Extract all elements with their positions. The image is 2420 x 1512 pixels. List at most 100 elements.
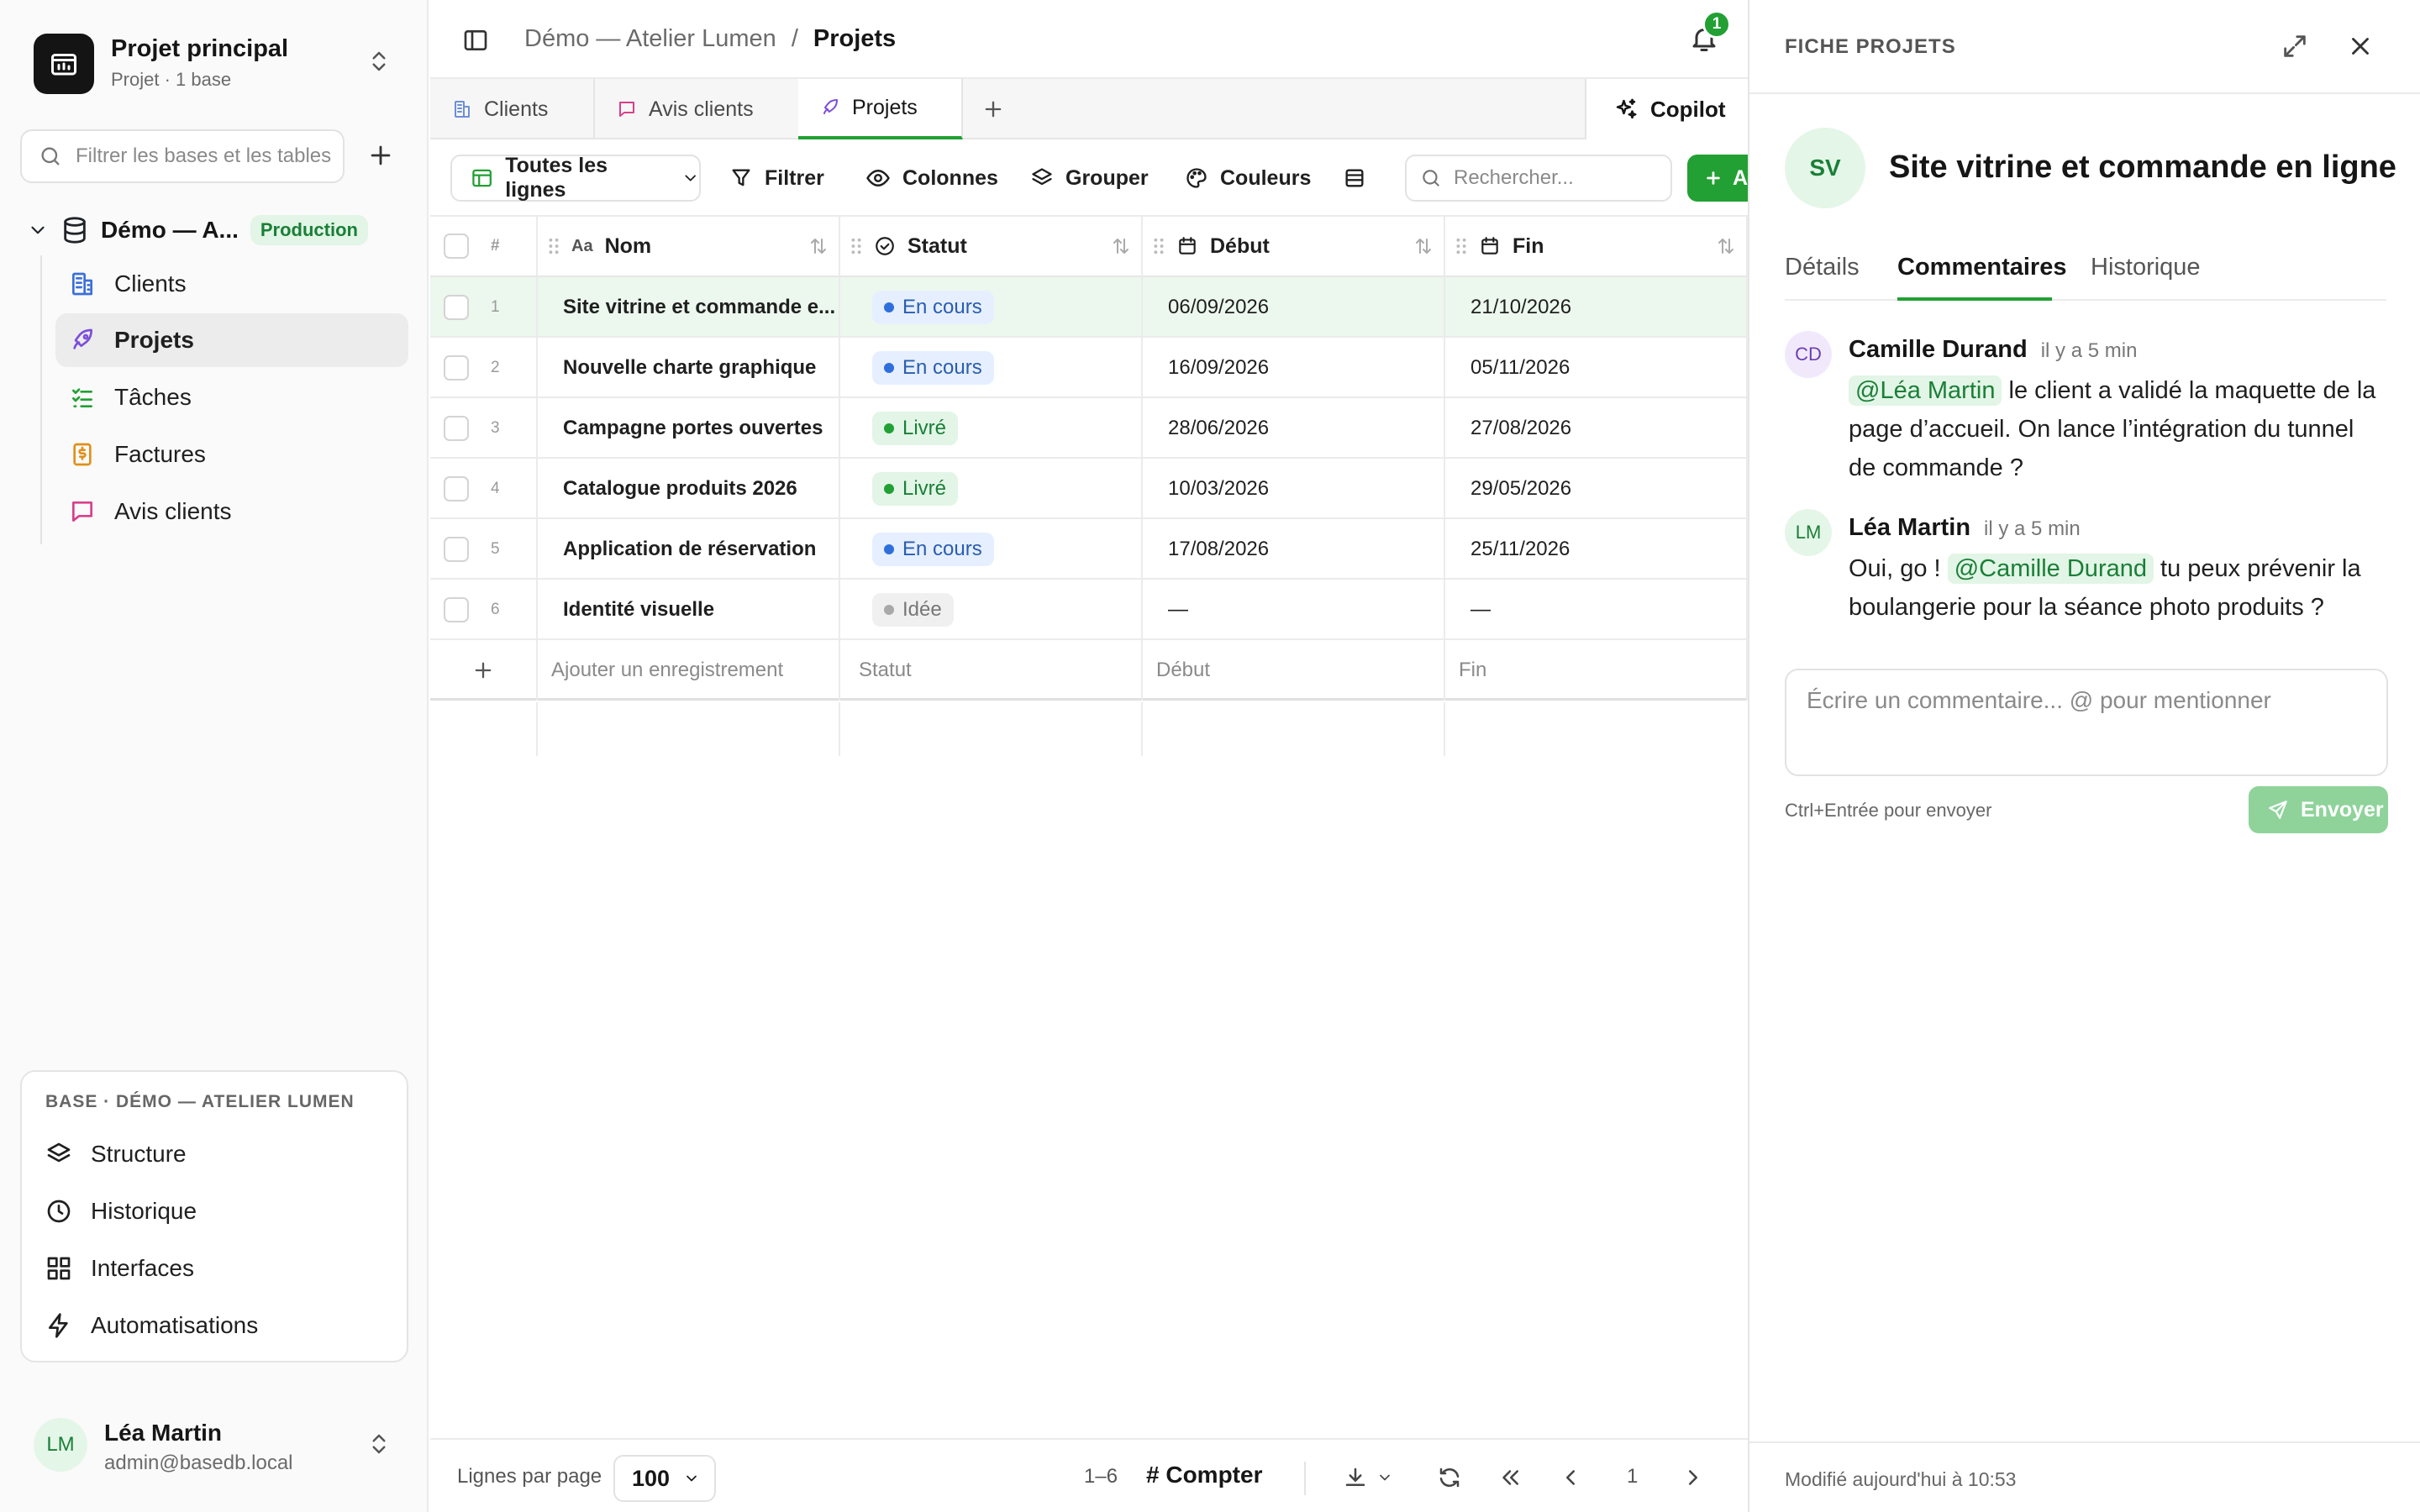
- sidebar-item-projets[interactable]: Projets: [55, 313, 408, 367]
- new-record-status[interactable]: Statut: [840, 640, 1143, 701]
- user-menu-icon[interactable]: [366, 1431, 392, 1457]
- database-row[interactable]: Démo — A... Production: [27, 212, 368, 249]
- cell-statut[interactable]: Livré: [840, 459, 1143, 519]
- table-row[interactable]: 2 Nouvelle charte graphique En cours 16/…: [430, 338, 1748, 398]
- table-search-input[interactable]: Rechercher...: [1405, 155, 1672, 202]
- new-record-start[interactable]: Début: [1143, 640, 1445, 701]
- select-all-checkbox[interactable]: [444, 234, 469, 259]
- row-checkbox[interactable]: [444, 355, 469, 381]
- tab-details[interactable]: Détails: [1785, 254, 1860, 281]
- table-row[interactable]: 5 Application de réservation En cours 17…: [430, 519, 1748, 580]
- expand-icon[interactable]: [2281, 32, 2309, 60]
- add-record-plus-icon[interactable]: [430, 640, 538, 701]
- tab-clients[interactable]: Clients: [430, 79, 595, 139]
- first-page-icon[interactable]: [1497, 1465, 1523, 1490]
- cell-nom[interactable]: Application de réservation: [538, 519, 840, 580]
- send-button[interactable]: Envoyer: [2249, 786, 2388, 833]
- row-checkbox[interactable]: [444, 416, 469, 441]
- add-record-button[interactable]: A: [1687, 155, 1748, 202]
- sidebar-item-clients[interactable]: Clients: [55, 257, 408, 311]
- drag-handle-icon[interactable]: [1455, 236, 1467, 256]
- project-switch-icon[interactable]: [366, 49, 392, 74]
- comment-input[interactable]: Écrire un commentaire... @ pour mentionn…: [1785, 669, 2388, 776]
- cell-debut[interactable]: 28/06/2026: [1143, 398, 1445, 459]
- mention-tag[interactable]: @Léa Martin: [1849, 375, 2002, 406]
- mention-tag[interactable]: @Camille Durand: [1947, 554, 2154, 584]
- cell-fin[interactable]: —: [1445, 580, 1748, 640]
- refresh-icon[interactable]: [1437, 1465, 1462, 1490]
- count-button[interactable]: # Compter: [1146, 1462, 1262, 1488]
- filter-button[interactable]: Filtrer: [729, 155, 824, 202]
- sidebar-search-input[interactable]: Filtrer les bases et les tables: [20, 129, 345, 183]
- new-record-end[interactable]: Fin: [1445, 640, 1748, 701]
- table-row[interactable]: 6 Identité visuelle Idée — —: [430, 580, 1748, 640]
- drag-handle-icon[interactable]: [850, 236, 862, 256]
- cell-nom[interactable]: Identité visuelle: [538, 580, 840, 640]
- column-header-debut[interactable]: Début: [1143, 217, 1445, 277]
- cell-debut[interactable]: 10/03/2026: [1143, 459, 1445, 519]
- cell-fin[interactable]: 05/11/2026: [1445, 338, 1748, 398]
- base-item-historique[interactable]: Historique: [45, 1186, 197, 1236]
- base-item-interfaces[interactable]: Interfaces: [45, 1243, 194, 1294]
- drag-handle-icon[interactable]: [548, 236, 560, 256]
- table-row[interactable]: 3 Campagne portes ouvertes Livré 28/06/2…: [430, 398, 1748, 459]
- group-button[interactable]: Grouper: [1030, 155, 1149, 202]
- base-item-structure[interactable]: Structure: [45, 1129, 187, 1179]
- sort-icon[interactable]: [808, 236, 829, 256]
- drag-handle-icon[interactable]: [1153, 236, 1165, 256]
- sidebar-item-factures[interactable]: Factures: [55, 428, 408, 481]
- cell-debut[interactable]: 16/09/2026: [1143, 338, 1445, 398]
- cell-statut[interactable]: Livré: [840, 398, 1143, 459]
- project-title[interactable]: Projet principal: [111, 35, 288, 63]
- sort-icon[interactable]: [1413, 236, 1434, 256]
- column-header-fin[interactable]: Fin: [1445, 217, 1748, 277]
- row-checkbox[interactable]: [444, 476, 469, 501]
- colors-button[interactable]: Couleurs: [1185, 155, 1311, 202]
- project-logo-icon[interactable]: [34, 34, 94, 94]
- copilot-button[interactable]: Copilot: [1585, 79, 1748, 139]
- column-header-nom[interactable]: Aa Nom: [538, 217, 840, 277]
- table-row[interactable]: 4 Catalogue produits 2026 Livré 10/03/20…: [430, 459, 1748, 519]
- cell-debut[interactable]: 06/09/2026: [1143, 277, 1445, 338]
- sort-icon[interactable]: [1716, 236, 1736, 256]
- close-icon[interactable]: [2346, 32, 2375, 60]
- rows-per-page-select[interactable]: 100: [613, 1455, 716, 1502]
- table-row[interactable]: 1 Site vitrine et commande e... En cours…: [430, 277, 1748, 338]
- cell-statut[interactable]: En cours: [840, 277, 1143, 338]
- row-checkbox[interactable]: [444, 597, 469, 622]
- sidebar-item-avis-clients[interactable]: Avis clients: [55, 485, 408, 538]
- row-checkbox[interactable]: [444, 537, 469, 562]
- cell-nom[interactable]: Site vitrine et commande e...: [538, 277, 840, 338]
- sidebar-toggle-icon[interactable]: [462, 27, 489, 54]
- cell-fin[interactable]: 21/10/2026: [1445, 277, 1748, 338]
- user-avatar[interactable]: LM: [34, 1418, 87, 1472]
- new-record-name[interactable]: Ajouter un enregistrement: [538, 640, 840, 701]
- cell-nom[interactable]: Catalogue produits 2026: [538, 459, 840, 519]
- columns-button[interactable]: Colonnes: [865, 155, 998, 202]
- breadcrumb-base[interactable]: Démo — Atelier Lumen: [524, 25, 776, 53]
- sort-icon[interactable]: [1111, 236, 1131, 256]
- base-item-automatisations[interactable]: Automatisations: [45, 1300, 258, 1351]
- cell-statut[interactable]: En cours: [840, 519, 1143, 580]
- view-selector-button[interactable]: Toutes les lignes: [450, 154, 701, 202]
- cell-statut[interactable]: Idée: [840, 580, 1143, 640]
- download-button[interactable]: [1343, 1465, 1393, 1490]
- cell-nom[interactable]: Campagne portes ouvertes: [538, 398, 840, 459]
- previous-page-icon[interactable]: [1558, 1465, 1583, 1490]
- tab-avis-clients[interactable]: Avis clients: [595, 79, 810, 139]
- chevron-down-icon[interactable]: [27, 219, 49, 241]
- row-checkbox[interactable]: [444, 295, 469, 320]
- add-record-row[interactable]: Ajouter un enregistrement Statut Début F…: [430, 640, 1748, 701]
- add-base-icon[interactable]: [366, 141, 395, 170]
- cell-fin[interactable]: 29/05/2026: [1445, 459, 1748, 519]
- tab-commentaires[interactable]: Commentaires: [1897, 254, 2066, 281]
- cell-debut[interactable]: —: [1143, 580, 1445, 640]
- cell-debut[interactable]: 17/08/2026: [1143, 519, 1445, 580]
- cell-nom[interactable]: Nouvelle charte graphique: [538, 338, 840, 398]
- add-tab-icon[interactable]: [981, 97, 1005, 121]
- cell-fin[interactable]: 27/08/2026: [1445, 398, 1748, 459]
- cell-fin[interactable]: 25/11/2026: [1445, 519, 1748, 580]
- row-height-button[interactable]: [1343, 155, 1366, 202]
- tab-historique[interactable]: Historique: [2091, 254, 2201, 281]
- sidebar-item-taches[interactable]: Tâches: [55, 370, 408, 424]
